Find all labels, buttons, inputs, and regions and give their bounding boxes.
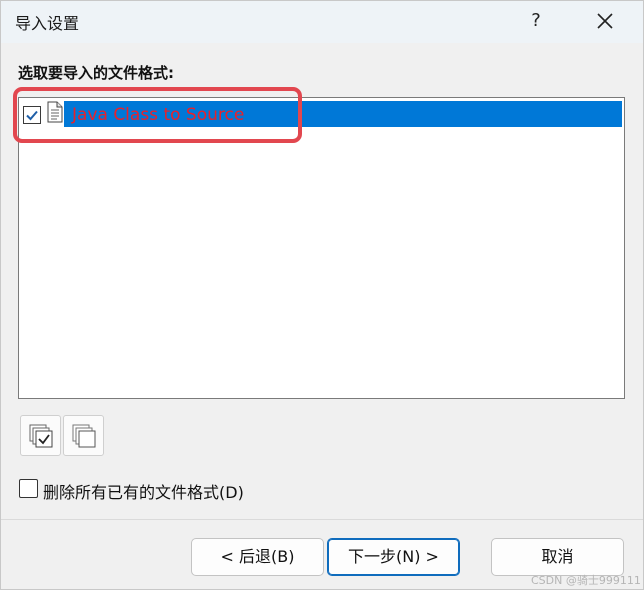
help-button[interactable]: ? bbox=[521, 5, 551, 37]
select-all-icon bbox=[29, 424, 53, 448]
item-checkbox[interactable] bbox=[23, 106, 41, 124]
document-icon bbox=[46, 101, 64, 123]
select-none-button[interactable] bbox=[63, 415, 104, 456]
checkmark-icon bbox=[26, 110, 38, 121]
item-label: Java Class to Source bbox=[72, 105, 245, 125]
close-button[interactable] bbox=[589, 5, 621, 37]
select-none-icon bbox=[72, 424, 96, 448]
item-selection-highlight: Java Class to Source bbox=[64, 101, 622, 127]
watermark: CSDN @骑士999111 bbox=[531, 574, 641, 587]
list-item[interactable]: Java Class to Source bbox=[21, 100, 622, 128]
format-list[interactable]: Java Class to Source bbox=[18, 97, 625, 399]
close-icon bbox=[597, 13, 613, 29]
import-settings-dialog: 导入设置 ? 选取要导入的文件格式: Java Class to Source … bbox=[0, 0, 644, 590]
select-all-button[interactable] bbox=[20, 415, 61, 456]
back-button[interactable]: < 后退(B) bbox=[191, 538, 324, 576]
cancel-button[interactable]: 取消 bbox=[491, 538, 624, 576]
next-button[interactable]: 下一步(N) > bbox=[327, 538, 460, 576]
delete-existing-label: 删除所有已有的文件格式(D) bbox=[43, 483, 244, 502]
delete-existing-checkbox[interactable] bbox=[19, 479, 38, 498]
title-bar: 导入设置 ? bbox=[1, 1, 643, 43]
footer-separator bbox=[1, 519, 643, 520]
window-title: 导入设置 bbox=[15, 14, 80, 33]
select-format-label: 选取要导入的文件格式: bbox=[18, 64, 174, 82]
